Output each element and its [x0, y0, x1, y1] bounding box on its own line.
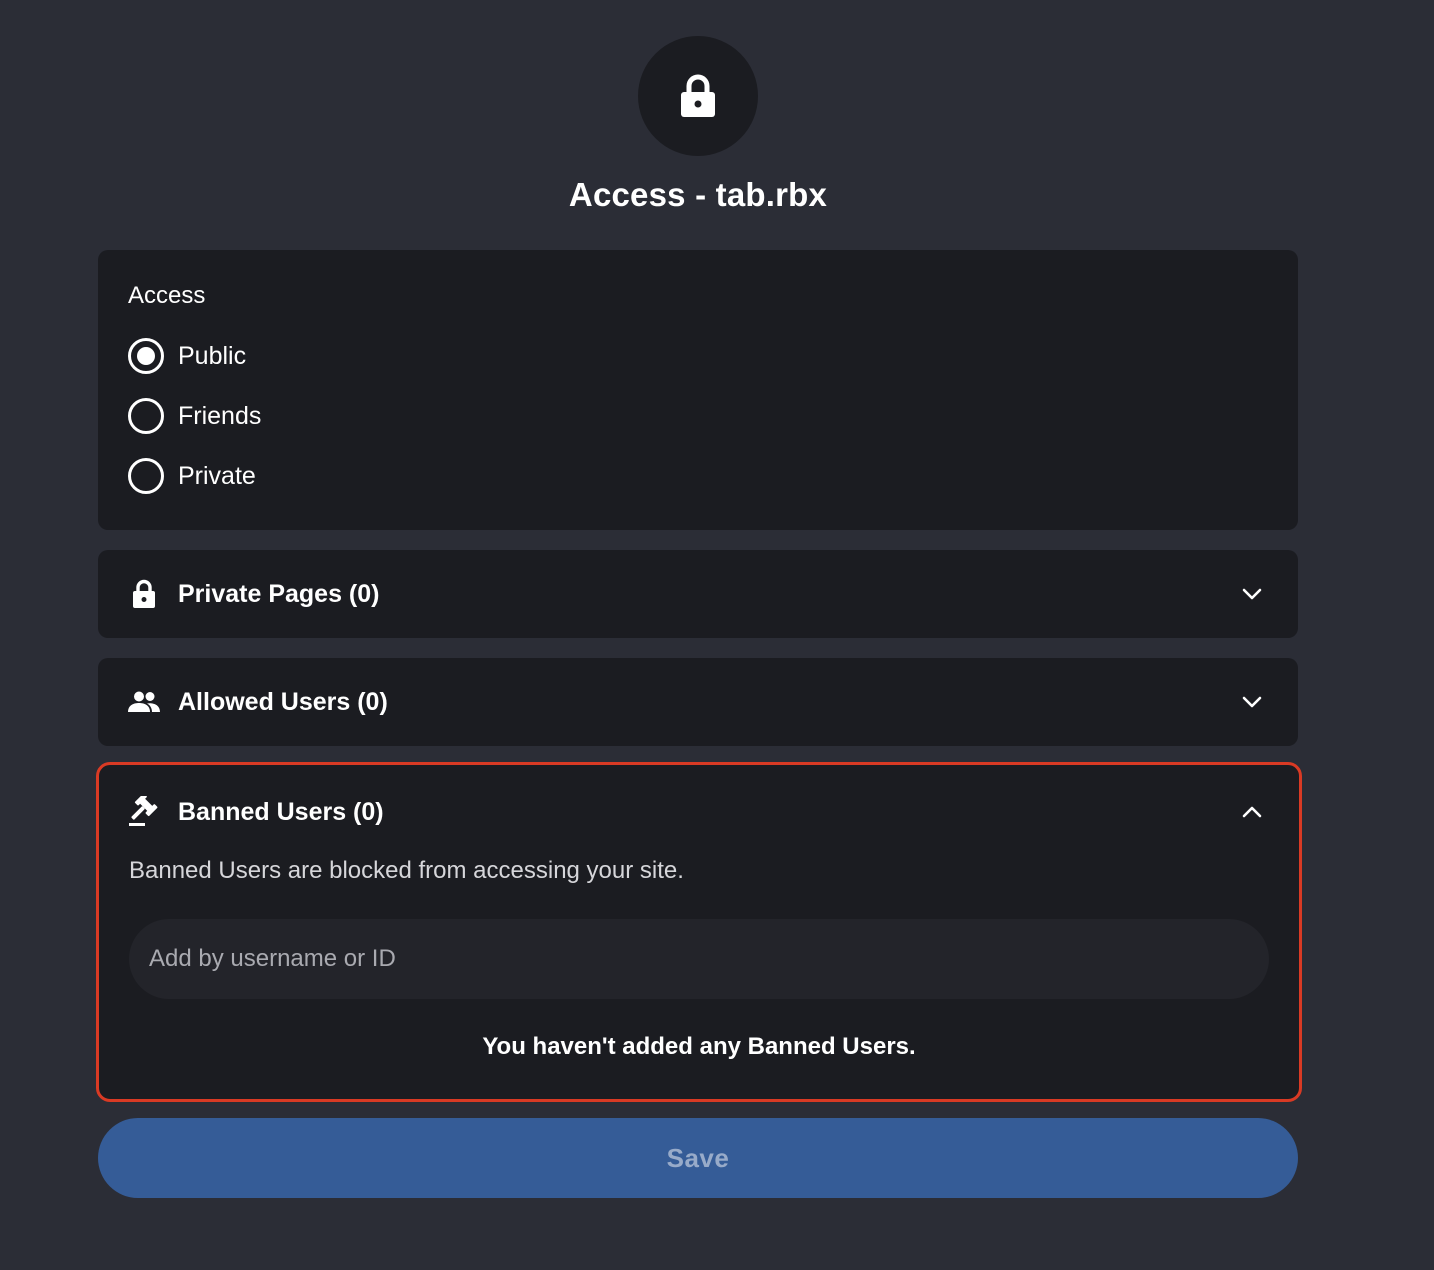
access-card: Access Public Friends Private	[98, 250, 1298, 530]
radio-button[interactable]	[128, 338, 164, 374]
banned-users-title: Banned Users (0)	[178, 797, 384, 826]
banned-users-header[interactable]: Banned Users (0)	[99, 765, 1299, 859]
chevron-down-icon[interactable]	[1240, 582, 1264, 606]
radio-public[interactable]: Public	[128, 336, 246, 376]
allowed-users-header[interactable]: Allowed Users (0)	[98, 658, 1298, 746]
save-button[interactable]: Save	[98, 1118, 1298, 1198]
lock-icon	[681, 74, 715, 117]
radio-friends[interactable]: Friends	[128, 396, 261, 436]
chevron-up-icon[interactable]	[1240, 800, 1264, 824]
banned-users-empty-message: You haven't added any Banned Users.	[482, 1033, 916, 1060]
header-lock-badge	[638, 36, 758, 156]
radio-selected-dot	[137, 347, 155, 365]
private-pages-section: Private Pages (0)	[98, 550, 1298, 638]
lock-icon	[128, 578, 160, 610]
allowed-users-section: Allowed Users (0)	[98, 658, 1298, 746]
chevron-down-icon[interactable]	[1240, 690, 1264, 714]
gavel-icon	[128, 796, 160, 828]
radio-label: Friends	[178, 401, 262, 430]
banned-users-section: Banned Users (0) Banned Users are blocke…	[96, 762, 1302, 1102]
radio-private[interactable]: Private	[128, 456, 256, 496]
allowed-users-title: Allowed Users (0)	[178, 687, 388, 716]
private-pages-header[interactable]: Private Pages (0)	[98, 550, 1298, 638]
banned-users-description: Banned Users are blocked from accessing …	[129, 857, 684, 884]
users-icon	[128, 686, 160, 718]
page-title: Access - tab.rbx	[568, 176, 828, 213]
add-banned-user-input[interactable]	[129, 919, 1269, 999]
access-settings-page: Access - tab.rbx Access Public Friends P…	[0, 0, 1434, 1270]
radio-label: Public	[178, 341, 247, 370]
radio-button[interactable]	[128, 458, 164, 494]
private-pages-title: Private Pages (0)	[178, 579, 380, 608]
radio-label: Private	[178, 461, 256, 490]
access-label: Access	[128, 282, 206, 309]
radio-button[interactable]	[128, 398, 164, 434]
